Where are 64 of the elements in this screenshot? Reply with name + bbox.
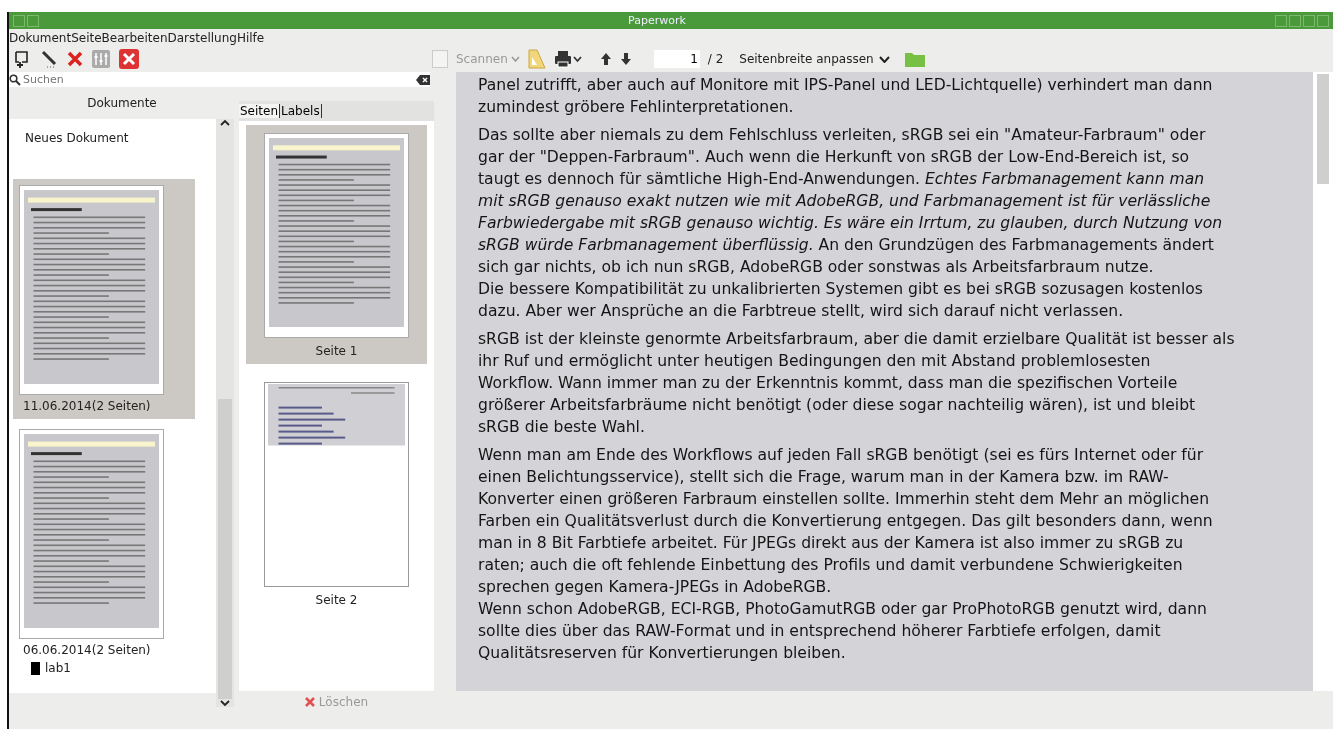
text-line: Panel zutrifft, aber auch auf Monitore mit IPS-Panel und LED-Lichtquelle) verhindert man dann <box>478 75 1214 96</box>
scroll-down-icon[interactable] <box>220 699 230 707</box>
page-item[interactable]: Seite 1 <box>246 125 427 364</box>
text-line: einen Belichtungsservice), stellt sich die Frage, warum man in der Kamera bzw. im RAW- <box>478 467 1170 488</box>
page-count: / 2 <box>707 52 724 66</box>
scrollbar[interactable] <box>216 119 234 707</box>
text-line: größerer Arbeitsfarbräume nicht benötigt (oder diese sogar nachteilig wären), ist und bleibt <box>478 395 1197 416</box>
pencil-icon[interactable] <box>39 49 59 69</box>
scroll-up-icon[interactable] <box>220 119 230 127</box>
search-input[interactable]: Suchen <box>21 73 416 86</box>
zoom-dropdown[interactable]: Seitenbreite anpassen <box>739 52 890 66</box>
text-line: Das sollte aber niemals zu dem Fehlschluss verleiten, sRGB sei ein "Amateur-Farbraum" oder <box>478 125 1207 146</box>
caret-icon <box>878 55 890 63</box>
text-line: Die bessere Kompatibilität zu unkalibrierten Systemen gibt es bei sRGB sozusagen kostenlos <box>478 279 1204 300</box>
new-document-icon[interactable] <box>13 50 31 68</box>
scrollbar[interactable] <box>1313 72 1333 691</box>
tab[interactable]: Seiten <box>239 104 281 118</box>
text-line: sRGB würde Farbmanagement überflüssig. An den Grundzügen des Farbmanagements ändert <box>478 235 1215 256</box>
text-line: Farbwiedergabe mit sRGB genauso wichtig. Es wäre ein Irrtum, zu glauben, durch Nutzung von <box>478 213 1224 234</box>
arrow-down-icon[interactable] <box>619 52 632 66</box>
column-header: Dokumente <box>87 96 157 110</box>
text-line: Workflow. Wann immer man zu der Erkenntnis kommt, dass man die spezifischen Vorteile <box>478 373 1179 394</box>
printer-icon[interactable] <box>553 50 582 68</box>
window-title: Paperwork <box>628 14 686 27</box>
text-line: sRGB ist der kleinste genormte Arbeitsfarbraum, aber die damit erzielbare Qualität ist besser als <box>478 329 1236 350</box>
delete-icon[interactable] <box>67 51 83 67</box>
delete-icon <box>304 697 315 707</box>
folder-icon[interactable] <box>903 50 926 68</box>
arrow-up-icon[interactable] <box>599 52 612 66</box>
text-line: sRGB die beste Wahl. <box>478 417 646 438</box>
menu-item[interactable]: Dokument <box>9 30 72 45</box>
menu-item[interactable]: Darstellung <box>167 30 237 45</box>
text-line: raten; auch die oft fehlende Einbettung des Profils und damit verbundene Schwierigkeiten <box>478 555 1184 576</box>
blank-button[interactable] <box>432 50 448 68</box>
text-line: Wenn schon AdobeRGB, ECI-RGB, PhotoGamutRGB oder gar ProPhotoRGB genutzt wird, dann <box>478 599 1208 620</box>
document-item[interactable]: 06.06.2014(2 Seiten) lab1 <box>13 423 195 677</box>
menu-item[interactable]: Seite <box>71 30 102 45</box>
text-line: Konverter einen größeren Farbraum einstellen sollte. Immerhin steht dem Mehr an möglichen <box>478 489 1211 510</box>
text-line: sollte dies über das RAW-Format und in entsprechend höherer Farbtiefe erfolgen, damit <box>478 621 1162 642</box>
text-line: ihr Ruf und ermöglicht unter heutigen Bedingungen den mit Abstand problemlosesten <box>478 351 1152 372</box>
page-number-field[interactable]: 1 <box>653 50 700 68</box>
text-line: sprechen gegen Kamera-JPEGs in AdobeRGB. <box>478 577 833 598</box>
text-line: taugt es dennoch für sämtliche High-End-Anwendungen. Echtes Farbmanagement kann man <box>478 169 1206 190</box>
page-item[interactable]: Seite 2 <box>246 374 427 613</box>
document-item[interactable]: Neues Dokument <box>25 131 129 145</box>
menu-item[interactable]: Bearbeiten <box>101 30 168 45</box>
text-line: man in 8 Bit Farbtiefe arbeitet. Für JPEGs direkt aus der Kamera ist also immer zu sRGB zu <box>478 533 1185 554</box>
text-line: Qualitätsreserven für Konvertierungen bleiben. <box>478 643 847 664</box>
text-line: dazu. Aber wer Ansprüche an die Farbtreue stellt, wird sich darauf nicht verlassen. <box>478 301 1125 322</box>
text-line: sich gar nichts, ob ich nun sRGB, AdobeRGB oder sonstwas als Arbeitsfarbraum nutze. <box>478 257 1155 278</box>
text-line: mit sRGB genauso exakt nutzen wie mit AdobeRGB, und Farbmanagement ist für verlässliche <box>478 191 1212 212</box>
sliders-icon[interactable] <box>91 49 111 69</box>
text-line: Farben ein Qualitätsverlust durch die Konvertierung entgegen. Das gilt besonders dann, wenn <box>478 511 1214 532</box>
text-line: gar der "Deppen-Farbraum". Auch wenn die Herkunft von sRGB der Low-End-Bereich ist, so <box>478 147 1191 168</box>
search-field[interactable]: Suchen <box>9 72 430 87</box>
ruler-icon[interactable] <box>527 49 546 69</box>
text-line: Wenn man am Ende des Workflows auf jeden Fall sRGB benötigt (sei es fürs Internet oder für <box>478 445 1205 466</box>
tab[interactable]: Labels <box>280 104 322 118</box>
search-icon <box>9 73 21 86</box>
document-item[interactable]: 11.06.2014(2 Seiten) <box>13 179 195 419</box>
caret-icon <box>510 56 520 62</box>
clear-icon[interactable] <box>416 74 430 85</box>
text-line: zumindest gröbere Fehlinterpretationen. <box>478 97 795 118</box>
menu-item[interactable]: Hilfe <box>236 30 265 45</box>
